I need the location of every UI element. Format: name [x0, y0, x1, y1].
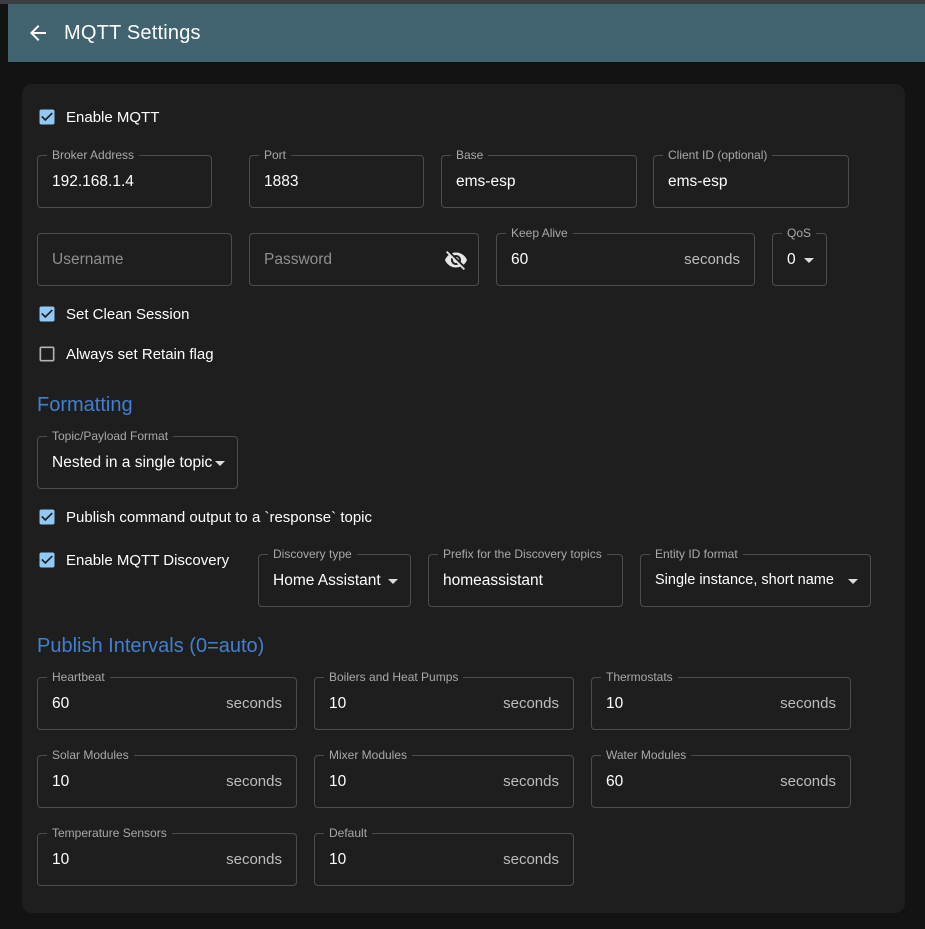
publish-response-checkbox[interactable]: Publish command output to a `response` t…	[37, 506, 372, 528]
formatting-heading: Formatting	[37, 394, 133, 417]
port-field[interactable]: Port 1883	[249, 155, 424, 208]
solar-interval-field[interactable]: Solar Modules 10 seconds	[37, 755, 297, 808]
field-value: 10	[329, 756, 346, 807]
temperature-sensors-interval-field[interactable]: Temperature Sensors 10 seconds	[37, 833, 297, 886]
field-value: 192.168.1.4	[52, 156, 134, 207]
enable-discovery-checkbox[interactable]: Enable MQTT Discovery	[37, 549, 229, 571]
visibility-off-icon[interactable]	[444, 248, 468, 272]
field-value: 10	[329, 678, 346, 729]
client-id-field[interactable]: Client ID (optional) ems-esp	[653, 155, 849, 208]
unit-adornment: seconds	[226, 834, 282, 885]
checkbox-label: Always set Retain flag	[66, 346, 214, 363]
checkbox-checked-icon	[37, 550, 57, 570]
password-field[interactable]: Password	[249, 233, 479, 286]
intervals-row-1: Heartbeat 60 seconds Boilers and Heat Pu…	[37, 677, 890, 730]
checkbox-label: Set Clean Session	[66, 306, 189, 323]
unit-adornment: seconds	[503, 834, 559, 885]
credentials-fields-row: Username Password Keep Alive 60 seconds …	[37, 233, 890, 286]
field-value: homeassistant	[443, 555, 543, 606]
checkbox-label: Publish command output to a `response` t…	[66, 509, 372, 526]
settings-panel: Enable MQTT Broker Address 192.168.1.4 P…	[22, 84, 905, 913]
chevron-down-icon	[841, 569, 865, 593]
discovery-row: Enable MQTT Discovery Discovery type Hom…	[37, 549, 890, 609]
checkbox-unchecked-icon	[37, 344, 57, 364]
unit-adornment: seconds	[780, 756, 836, 807]
publish-intervals-heading: Publish Intervals (0=auto)	[37, 635, 264, 658]
topic-format-row: Topic/Payload Format Nested in a single …	[37, 436, 890, 489]
checkbox-label: Enable MQTT Discovery	[66, 552, 229, 569]
field-value: 60	[606, 756, 623, 807]
discovery-type-select[interactable]: Discovery type Home Assistant	[258, 554, 411, 607]
checkbox-checked-icon	[37, 304, 57, 324]
water-interval-field[interactable]: Water Modules 60 seconds	[591, 755, 851, 808]
default-interval-field[interactable]: Default 10 seconds	[314, 833, 574, 886]
broker-address-field[interactable]: Broker Address 192.168.1.4	[37, 155, 212, 208]
back-arrow-icon[interactable]	[26, 21, 50, 45]
field-value: 1883	[264, 156, 298, 207]
select-value: 0	[787, 234, 796, 285]
unit-adornment: seconds	[684, 234, 740, 285]
field-value: 10	[606, 678, 623, 729]
checkbox-checked-icon	[37, 507, 57, 527]
chevron-down-icon	[381, 569, 405, 593]
checkbox-label: Enable MQTT	[66, 109, 159, 126]
unit-adornment: seconds	[226, 756, 282, 807]
unit-adornment: seconds	[226, 678, 282, 729]
field-value: ems-esp	[456, 156, 515, 207]
field-value: 60	[52, 678, 69, 729]
intervals-row-3: Temperature Sensors 10 seconds Default 1…	[37, 833, 890, 886]
field-value: ems-esp	[668, 156, 727, 207]
select-value: Single instance, short name	[655, 555, 834, 606]
heartbeat-interval-field[interactable]: Heartbeat 60 seconds	[37, 677, 297, 730]
mixer-interval-field[interactable]: Mixer Modules 10 seconds	[314, 755, 574, 808]
chevron-down-icon	[208, 451, 232, 475]
select-value: Nested in a single topic	[52, 437, 212, 488]
enable-mqtt-checkbox[interactable]: Enable MQTT	[37, 106, 159, 128]
entity-id-format-select[interactable]: Entity ID format Single instance, short …	[640, 554, 871, 607]
unit-adornment: seconds	[503, 756, 559, 807]
field-value: 10	[52, 834, 69, 885]
unit-adornment: seconds	[503, 678, 559, 729]
app-bar: MQTT Settings	[8, 4, 925, 62]
boilers-interval-field[interactable]: Boilers and Heat Pumps 10 seconds	[314, 677, 574, 730]
field-value: 10	[52, 756, 69, 807]
base-field[interactable]: Base ems-esp	[441, 155, 637, 208]
topic-format-select[interactable]: Topic/Payload Format Nested in a single …	[37, 436, 238, 489]
unit-adornment: seconds	[780, 678, 836, 729]
discovery-prefix-field[interactable]: Prefix for the Discovery topics homeassi…	[428, 554, 623, 607]
field-value: 10	[329, 834, 346, 885]
qos-select[interactable]: QoS 0	[772, 233, 827, 286]
clean-session-checkbox[interactable]: Set Clean Session	[37, 303, 189, 325]
username-field[interactable]: Username	[37, 233, 232, 286]
page-title: MQTT Settings	[64, 22, 201, 45]
field-value: 60	[511, 234, 528, 285]
retain-flag-checkbox[interactable]: Always set Retain flag	[37, 343, 214, 365]
chevron-down-icon	[797, 248, 821, 272]
keep-alive-field[interactable]: Keep Alive 60 seconds	[496, 233, 755, 286]
thermostats-interval-field[interactable]: Thermostats 10 seconds	[591, 677, 851, 730]
connection-fields-row: Broker Address 192.168.1.4 Port 1883 Bas…	[37, 155, 890, 208]
field-placeholder: Username	[52, 234, 124, 285]
field-placeholder: Password	[264, 234, 332, 285]
intervals-row-2: Solar Modules 10 seconds Mixer Modules 1…	[37, 755, 890, 808]
checkbox-checked-icon	[37, 107, 57, 127]
select-value: Home Assistant	[273, 555, 381, 606]
